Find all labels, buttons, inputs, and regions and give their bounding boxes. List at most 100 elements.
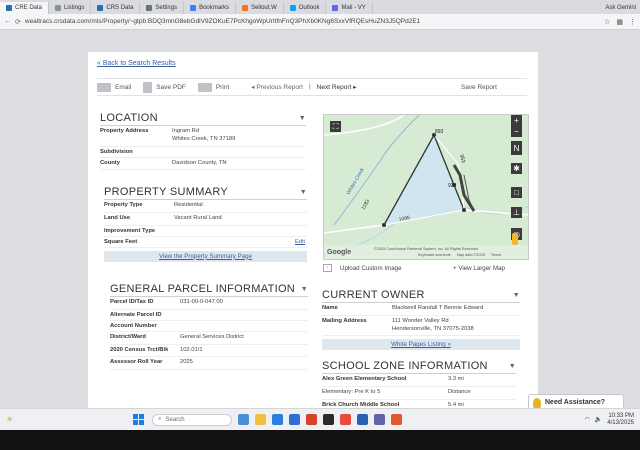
browser-tab[interactable]: Settings xyxy=(140,2,185,14)
star-icon[interactable]: ☆ xyxy=(604,18,610,26)
info-row: Subdivision xyxy=(100,147,306,158)
property-summary-title-text: PROPERTY SUMMARY xyxy=(104,186,228,198)
weather-icon[interactable]: ☀ xyxy=(6,415,13,424)
current-owner-section: CURRENT OWNER ▼ Name Blackwell Randall T B… xyxy=(322,289,520,351)
white-pages-listing-button[interactable]: White Pages Listing » xyxy=(322,339,520,351)
ask-gemini-button[interactable]: Ask Gemini xyxy=(605,5,636,11)
location-rows: Property Address Ingram Rd Whites Creek, … xyxy=(100,126,306,171)
school-distance-label: Distance xyxy=(448,388,471,395)
keyboard-shortcuts-link[interactable]: Keyboard shortcuts xyxy=(418,253,451,257)
windows-start-icon[interactable] xyxy=(133,414,145,425)
gear-icon[interactable]: ✱ xyxy=(511,163,522,174)
browser-tab[interactable]: Listings xyxy=(49,2,92,14)
tab-label: Bookmarks xyxy=(199,5,230,11)
chevron-down-icon[interactable]: ▼ xyxy=(301,286,308,293)
word-icon[interactable] xyxy=(357,414,369,425)
browser-tab[interactable]: Sellout.W xyxy=(236,2,284,14)
map-label: 893 xyxy=(435,129,444,135)
edit-square-feet-link[interactable]: Edit xyxy=(295,239,305,245)
refresh-icon[interactable]: ⟳ xyxy=(15,18,21,26)
report-toolbar: Email Save PDF Print ◂ Previous Report |… xyxy=(97,78,527,96)
save-report-button[interactable]: Save Report xyxy=(461,84,497,91)
clock-time: 10:33 PM xyxy=(608,412,634,419)
back-to-search-link[interactable]: « Back to Search Results xyxy=(97,60,176,67)
address-bar: ← ⟳ wealtracs.crsdata.com/mls/Property/~… xyxy=(0,14,640,30)
tab-favicon xyxy=(97,5,104,11)
info-row: Mailing Address 111 Wonder Valley Rd Hend… xyxy=(322,316,520,337)
system-tray: ◠ 🔈 10:33 PM 4/13/2025 xyxy=(585,413,634,426)
envelope-icon xyxy=(97,82,111,92)
office-icon[interactable] xyxy=(306,414,318,425)
browser-tab[interactable]: Bookmarks xyxy=(184,2,237,14)
chevron-down-icon[interactable]: ▼ xyxy=(513,292,520,299)
row-label: Name xyxy=(322,305,338,311)
file-explorer-icon[interactable] xyxy=(255,414,267,425)
map-attribution: ©2025 Courthouse Retrieval System, Inc. … xyxy=(374,247,479,251)
save-pdf-button[interactable]: Save PDF xyxy=(143,81,186,93)
extensions-icon[interactable]: ▦ xyxy=(616,18,623,26)
pegman-icon[interactable] xyxy=(512,233,518,245)
chevron-down-icon[interactable]: ▼ xyxy=(299,115,306,122)
map-actions: ↑ Upload Custom Image + View Larger Map xyxy=(323,262,529,274)
info-row: Property Address Ingram Rd Whites Creek, … xyxy=(100,126,306,147)
info-row: Square Feet xyxy=(104,237,307,248)
volume-icon[interactable]: 🔈 xyxy=(595,416,602,423)
map-label: 924 xyxy=(448,183,457,189)
wifi-icon[interactable]: ◠ xyxy=(585,416,590,423)
teams-icon[interactable] xyxy=(374,414,386,425)
back-icon[interactable]: ← xyxy=(4,18,11,25)
zoom-in-button[interactable]: + xyxy=(511,115,522,126)
zoom-out-button[interactable]: − xyxy=(511,126,522,137)
square-tool-icon[interactable]: □ xyxy=(511,187,522,198)
measure-icon[interactable]: ⊥ xyxy=(511,207,522,218)
next-report-link[interactable]: Next Report ▸ xyxy=(317,83,357,91)
info-row: Land Use Vacant Rural Land xyxy=(104,213,307,226)
info-row: Account Number xyxy=(110,321,308,332)
chevron-down-icon[interactable]: ▼ xyxy=(509,363,516,370)
browser-tab[interactable]: Outlook xyxy=(284,2,327,14)
menu-icon[interactable]: ⋮ xyxy=(629,18,636,26)
email-button[interactable]: Email xyxy=(97,82,131,92)
row-label: Square Feet xyxy=(104,238,138,245)
save-pdf-label: Save PDF xyxy=(156,83,186,91)
view-property-summary-button[interactable]: View the Property Summary Page xyxy=(104,250,307,262)
chevron-down-icon[interactable]: ▼ xyxy=(300,189,307,196)
browser-tab[interactable]: CRS Data xyxy=(91,2,141,14)
tab-label: Settings xyxy=(155,5,178,11)
upload-custom-image-link[interactable]: Upload Custom Image xyxy=(340,265,402,272)
general-parcel-title-text: GENERAL PARCEL INFORMATION xyxy=(110,283,296,295)
taskbar-search[interactable]: ⌕ Search xyxy=(152,413,233,426)
row-label: Improvement Type xyxy=(104,227,156,234)
general-parcel-section: GENERAL PARCEL INFORMATION ▼ Parcel ID/Ta… xyxy=(110,283,308,371)
outlook-icon[interactable] xyxy=(289,414,301,425)
app-icon[interactable] xyxy=(391,414,403,425)
browser-tab[interactable]: CRE Data xyxy=(0,2,50,14)
map-data-label: Map data ©2025 xyxy=(456,253,485,257)
view-larger-map-link[interactable]: + View Larger Map xyxy=(453,265,505,272)
location-title-text: LOCATION xyxy=(100,112,158,124)
tabstrip-right: Ask Gemini xyxy=(605,2,640,14)
edge-icon[interactable] xyxy=(272,414,284,425)
compass-icon[interactable]: N xyxy=(511,141,522,155)
chrome-icon[interactable] xyxy=(340,414,352,425)
row-label: 2020 Census Trct/Blk xyxy=(110,346,169,353)
map-canvas: 893 924 953 1183 Whites Creek 1095 xyxy=(324,115,528,259)
upload-icon[interactable]: ↑ xyxy=(323,264,332,272)
tab-favicon xyxy=(289,5,296,11)
tab-label: Sellout.W xyxy=(251,5,277,11)
parcel-map[interactable]: 893 924 953 1183 Whites Creek 1095 ⛶ + −… xyxy=(323,114,529,260)
browser-tab[interactable]: Mail - VY xyxy=(326,2,373,14)
terms-link[interactable]: Terms xyxy=(491,253,501,257)
task-view-icon[interactable] xyxy=(238,414,250,425)
previous-report-link[interactable]: ◂ Previous Report xyxy=(251,83,303,91)
clock-date: 4/13/2025 xyxy=(607,419,634,426)
row-value: General Services District xyxy=(180,333,244,340)
info-row: Property Type Residential xyxy=(104,200,307,213)
clock[interactable]: 10:33 PM 4/13/2025 xyxy=(607,413,634,426)
property-summary-rows: Property Type Residential Land Use Vacant R… xyxy=(104,200,307,248)
terminal-icon[interactable] xyxy=(323,414,335,425)
row-label: Parcel ID/Tax ID xyxy=(110,299,154,305)
url-field[interactable]: wealtracs.crsdata.com/mls/Property/~gtpb… xyxy=(25,18,600,25)
fullscreen-icon[interactable]: ⛶ xyxy=(330,121,341,132)
print-button[interactable]: Print xyxy=(197,82,229,92)
